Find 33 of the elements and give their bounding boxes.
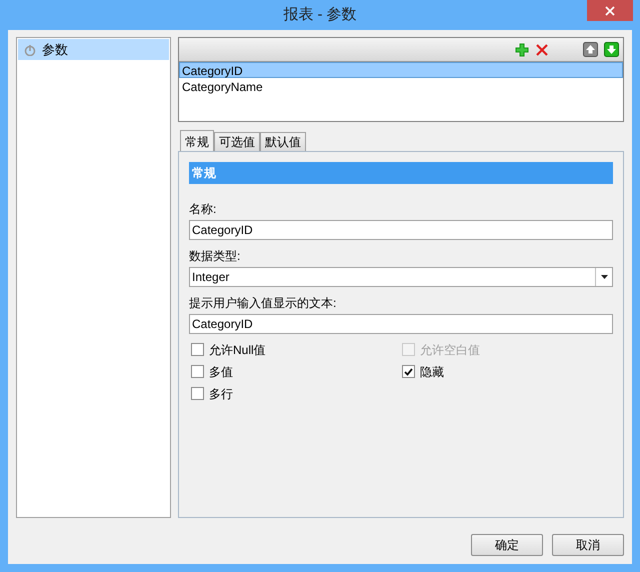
checkbox-label: 多值: [209, 364, 233, 380]
parameter-list-item[interactable]: CategoryID: [179, 62, 623, 78]
field-label: 提示用户输入值显示的文本:: [189, 295, 338, 312]
input-field[interactable]: CategoryID: [189, 220, 613, 240]
field-label: 数据类型:: [189, 248, 242, 265]
checkbox-label: 允许Null值: [209, 342, 266, 358]
close-button[interactable]: [587, 0, 633, 21]
tab[interactable]: 常规: [180, 130, 214, 152]
checkbox[interactable]: [191, 343, 204, 356]
window-title: 报表 - 参数: [283, 4, 357, 25]
data-type-dropdown[interactable]: Integer: [189, 267, 613, 287]
checkbox-label: 多行: [209, 386, 233, 402]
tree-item[interactable]: 参数: [18, 39, 169, 60]
add-icon[interactable]: [515, 42, 529, 56]
dialog-button[interactable]: 确定: [471, 534, 543, 556]
checkbox[interactable]: [191, 387, 204, 400]
dropdown-arrow-icon: [600, 275, 608, 279]
checkbox-label: 允许空白值: [420, 342, 480, 358]
checkbox-label: 隐藏: [420, 364, 444, 380]
move-up-icon[interactable]: [583, 42, 598, 57]
checkbox[interactable]: [191, 365, 204, 378]
checkbox[interactable]: [402, 365, 415, 378]
section-header: 常规: [189, 162, 613, 184]
tab[interactable]: 默认值: [260, 132, 306, 151]
power-icon: [24, 44, 36, 56]
field-label: 名称:: [189, 201, 218, 218]
delete-icon[interactable]: [535, 42, 549, 56]
input-field[interactable]: CategoryID: [189, 314, 613, 334]
dialog-button[interactable]: 取消: [552, 534, 624, 556]
parameter-list-item[interactable]: CategoryName: [179, 78, 623, 94]
move-down-icon[interactable]: [604, 42, 619, 57]
tab[interactable]: 可选值: [214, 132, 260, 151]
close-icon: [605, 6, 615, 16]
